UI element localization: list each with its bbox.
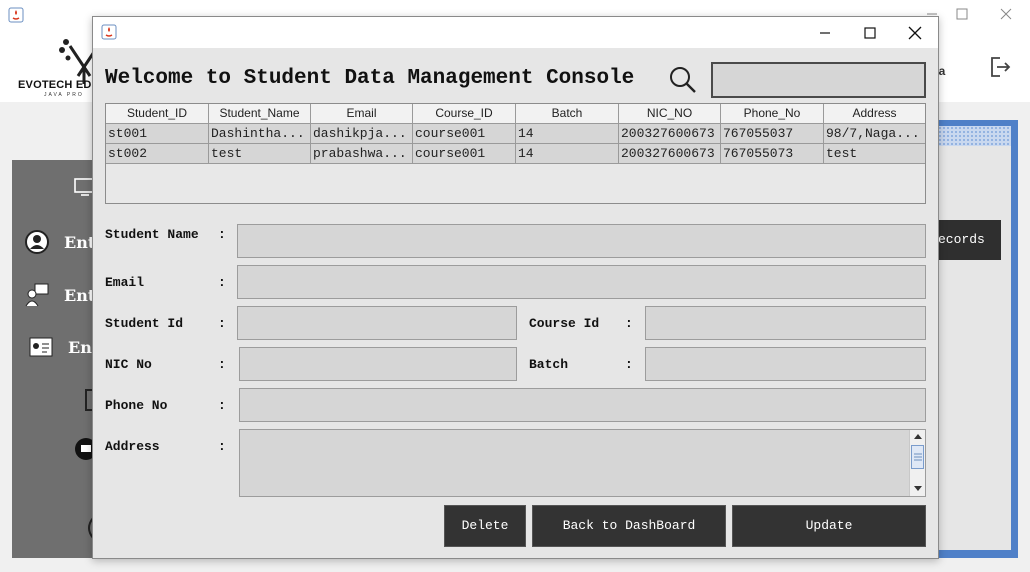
colon-separator: : [625, 316, 633, 331]
column-header[interactable]: Student_Name [209, 104, 311, 124]
colon-separator: : [218, 227, 226, 242]
column-header[interactable]: Course_ID [413, 104, 516, 124]
panel-title-strip [938, 126, 1011, 146]
sidebar-item-label: En [68, 338, 92, 357]
table-cell: st001 [106, 124, 209, 144]
phone-field[interactable] [239, 388, 926, 422]
batch-field[interactable] [645, 347, 926, 381]
maximize-icon[interactable] [952, 4, 972, 24]
table-cell: st002 [106, 144, 209, 164]
nic-field[interactable] [239, 347, 517, 381]
table-cell: test [209, 144, 311, 164]
scroll-up-icon[interactable] [913, 432, 923, 440]
colon-separator: : [625, 357, 633, 372]
id-card-icon [29, 337, 53, 357]
table-cell: 200327600673 [619, 124, 721, 144]
sidebar-item-label: Ent [64, 286, 96, 305]
course-id-field[interactable] [645, 306, 926, 340]
logo-text: EVOTECH EDU [18, 79, 100, 91]
student-name-label: Student Name [105, 227, 199, 242]
maximize-icon[interactable] [860, 23, 880, 43]
column-header[interactable]: Phone_No [721, 104, 824, 124]
table-cell: 200327600673 [619, 144, 721, 164]
logo-subtext: JAVA PRO [44, 92, 84, 98]
table-cell: 98/7,Naga... [824, 124, 925, 144]
close-icon[interactable] [905, 23, 925, 43]
minimize-icon[interactable] [815, 23, 835, 43]
email-label: Email [105, 275, 145, 290]
nic-label: NIC No [105, 357, 152, 372]
batch-label: Batch [529, 357, 569, 372]
table-cell: 14 [516, 124, 619, 144]
sidebar-item-label: Ent [64, 233, 96, 252]
course-id-label: Course Id [529, 316, 600, 331]
search-input[interactable] [711, 62, 926, 98]
close-icon[interactable] [996, 4, 1016, 24]
table-cell: course001 [413, 124, 516, 144]
view-records-button[interactable]: ecords [938, 220, 1001, 260]
table-row[interactable]: st002 test prabashwa... course001 14 200… [106, 144, 925, 164]
colon-separator: : [218, 357, 226, 372]
table-cell: test [824, 144, 925, 164]
java-app-icon [101, 24, 117, 40]
panel-body [938, 146, 1011, 550]
table-cell: prabashwa... [311, 144, 413, 164]
student-management-dialog: Welcome to Student Data Management Conso… [92, 16, 939, 559]
column-header[interactable]: Address [824, 104, 925, 124]
table-cell: 14 [516, 144, 619, 164]
teacher-icon [25, 283, 49, 307]
table-cell: 767055073 [721, 144, 824, 164]
column-header[interactable]: NIC_NO [619, 104, 721, 124]
address-scrollbar[interactable] [909, 430, 925, 496]
colon-separator: : [218, 398, 226, 413]
colon-separator: : [218, 316, 226, 331]
table-cell: course001 [413, 144, 516, 164]
page-title: Welcome to Student Data Management Conso… [105, 67, 635, 90]
dialog-titlebar [93, 17, 938, 48]
java-app-icon [8, 7, 24, 23]
back-to-dashboard-button[interactable]: Back to DashBoard [532, 505, 726, 547]
sidebar-item-students[interactable]: Ent [12, 227, 96, 257]
logout-icon[interactable] [986, 54, 1012, 80]
column-header[interactable]: Batch [516, 104, 619, 124]
table-row[interactable]: st001 Dashintha... dashikpja... course00… [106, 124, 925, 144]
student-name-field[interactable] [237, 224, 926, 258]
students-table[interactable]: Student_ID Student_Name Email Course_ID … [105, 103, 926, 204]
column-header[interactable]: Email [311, 104, 413, 124]
scroll-thumb[interactable] [911, 445, 924, 469]
user-circle-icon [25, 230, 49, 254]
table-cell: dashikpja... [311, 124, 413, 144]
phone-label: Phone No [105, 398, 168, 413]
student-id-field[interactable] [237, 306, 517, 340]
sidebar-item-lecturers[interactable]: Ent [12, 280, 96, 310]
student-id-label: Student Id [105, 316, 184, 331]
update-button[interactable]: Update [732, 505, 926, 547]
email-field[interactable] [237, 265, 926, 299]
colon-separator: : [218, 275, 226, 290]
delete-button[interactable]: Delete [444, 505, 526, 547]
table-cell: Dashintha... [209, 124, 311, 144]
column-header[interactable]: Student_ID [106, 104, 209, 124]
scroll-down-icon[interactable] [913, 485, 923, 493]
colon-separator: : [218, 439, 226, 454]
grip-icon [914, 453, 922, 461]
table-header: Student_ID Student_Name Email Course_ID … [106, 104, 925, 124]
table-cell: 767055037 [721, 124, 824, 144]
address-field[interactable] [239, 429, 926, 497]
address-label: Address [105, 439, 160, 454]
sidebar-item-courses[interactable]: En [12, 332, 94, 362]
search-icon[interactable] [669, 66, 697, 94]
